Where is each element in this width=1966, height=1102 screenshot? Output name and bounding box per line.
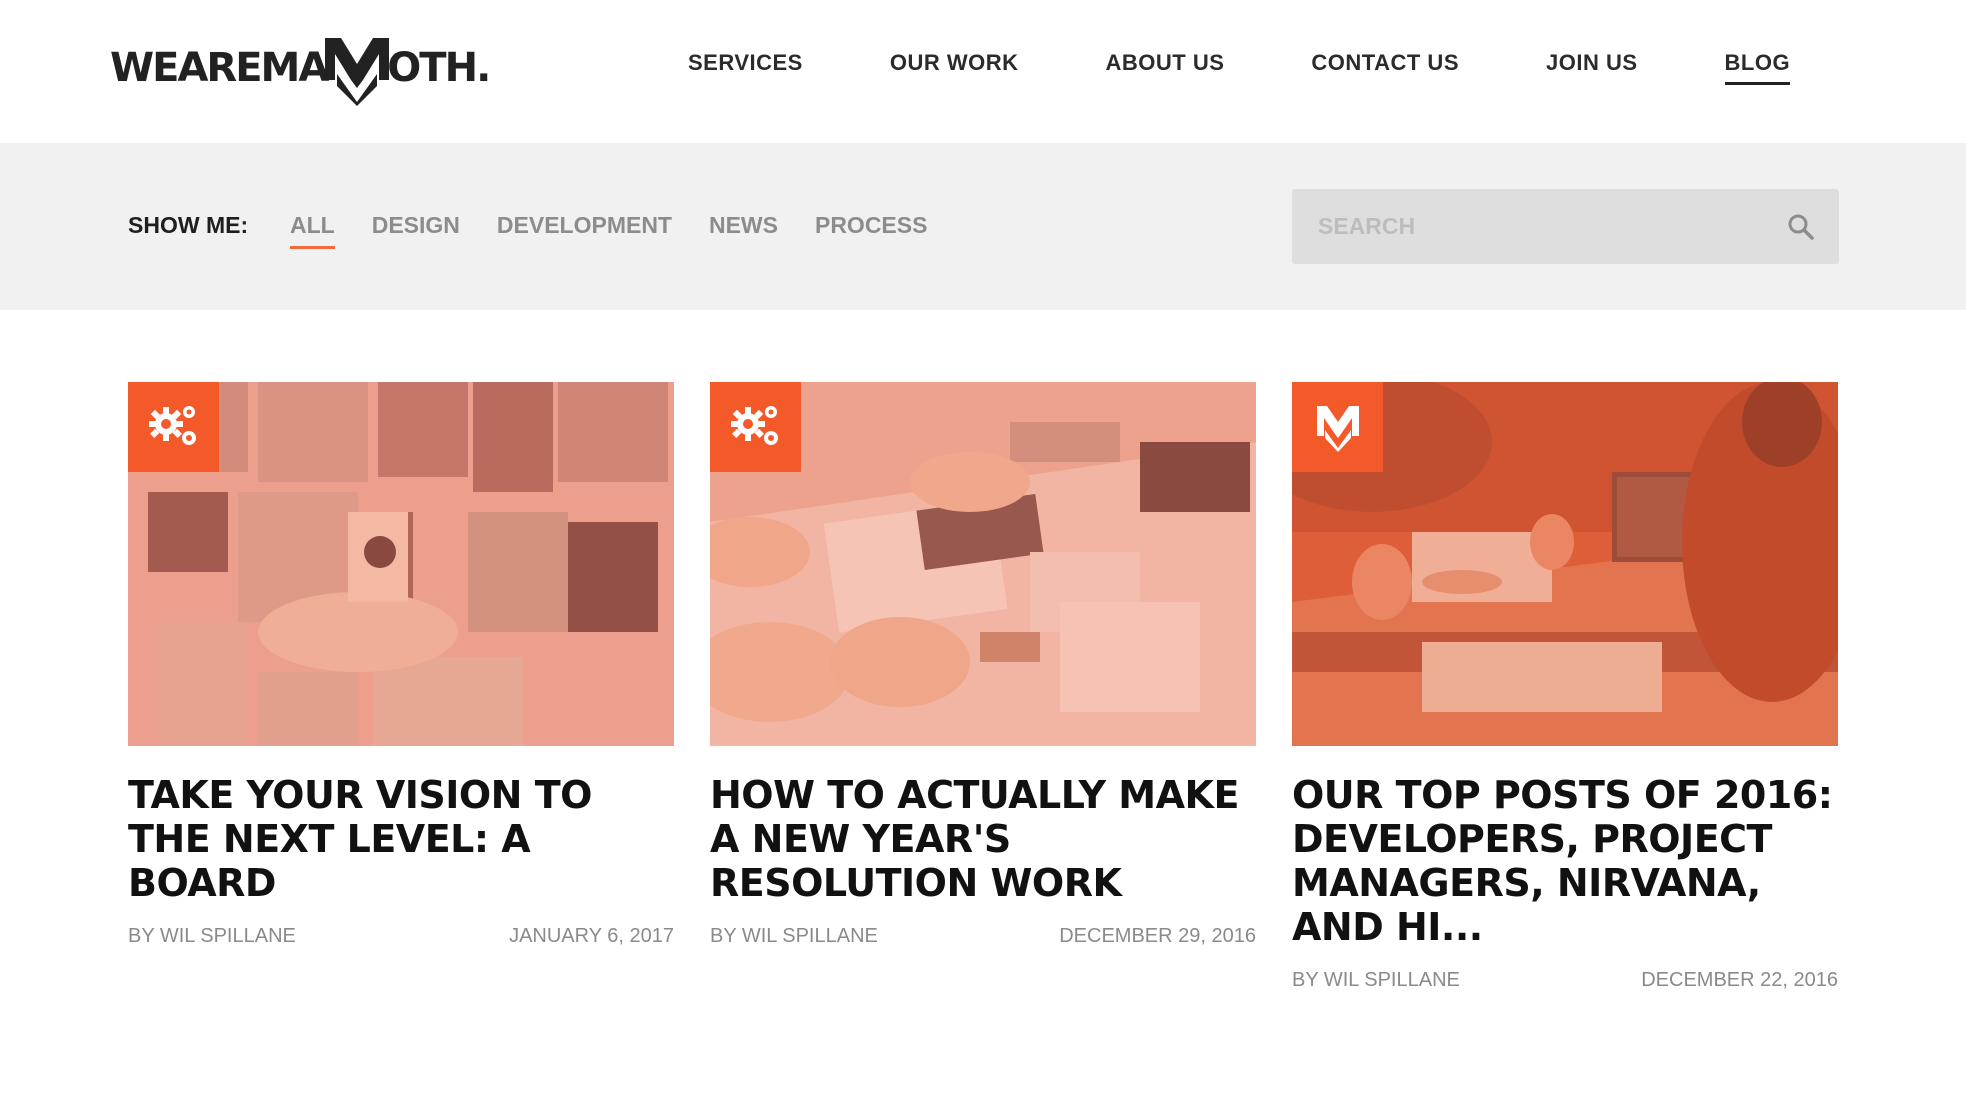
nav-join-us[interactable]: JOIN US xyxy=(1546,50,1638,84)
nav-our-work[interactable]: OUR WORK xyxy=(890,50,1019,84)
post-image[interactable] xyxy=(128,382,674,746)
post-date: DECEMBER 29, 2016 xyxy=(1059,925,1256,947)
post-author: BY WIL SPILLANE xyxy=(710,925,878,947)
search-input[interactable] xyxy=(1292,189,1772,264)
gears-icon xyxy=(148,406,196,445)
filter-design[interactable]: DESIGN xyxy=(372,212,460,239)
post-author: BY WIL SPILLANE xyxy=(128,925,296,947)
search-box xyxy=(1292,189,1839,264)
post-title[interactable]: TAKE YOUR VISION TO THE NEXT LEVEL: A BO… xyxy=(128,773,674,905)
nav-services[interactable]: SERVICES xyxy=(688,50,803,84)
post-meta: BY WIL SPILLANE DECEMBER 22, 2016 xyxy=(1292,969,1838,992)
mammoth-m-icon xyxy=(1316,406,1359,452)
filter-all[interactable]: ALL xyxy=(290,212,335,249)
post-title[interactable]: HOW TO ACTUALLY MAKE A NEW YEAR'S RESOLU… xyxy=(710,773,1256,905)
post-image[interactable] xyxy=(1292,382,1838,746)
site-logo[interactable]: WEAREMA OTH. xyxy=(110,30,491,106)
gears-icon xyxy=(730,406,778,445)
show-me-label: SHOW ME: xyxy=(128,212,249,238)
filter-development[interactable]: DEVELOPMENT xyxy=(497,212,672,239)
nav-contact-us[interactable]: CONTACT US xyxy=(1311,50,1459,84)
post-author: BY WIL SPILLANE xyxy=(1292,969,1460,991)
post-card: OUR TOP POSTS OF 2016: DEVELOPERS, PROJE… xyxy=(1292,382,1838,992)
category-badge xyxy=(710,382,801,472)
post-date: JANUARY 6, 2017 xyxy=(509,925,674,947)
site-header: WEAREMA OTH. SERVICES OUR WORK ABOUT US … xyxy=(0,0,1966,143)
post-meta: BY WIL SPILLANE JANUARY 6, 2017 xyxy=(128,925,674,948)
logo-text-end: OTH. xyxy=(387,45,491,91)
filter-process[interactable]: PROCESS xyxy=(815,212,927,239)
post-date: DECEMBER 22, 2016 xyxy=(1641,969,1838,991)
post-title[interactable]: OUR TOP POSTS OF 2016: DEVELOPERS, PROJE… xyxy=(1292,773,1838,949)
post-image[interactable] xyxy=(710,382,1256,746)
logo-text-start: WEAREMA xyxy=(110,45,329,91)
post-meta: BY WIL SPILLANE DECEMBER 29, 2016 xyxy=(710,925,1256,948)
post-card: TAKE YOUR VISION TO THE NEXT LEVEL: A BO… xyxy=(128,382,674,948)
nav-blog[interactable]: BLOG xyxy=(1724,50,1791,85)
post-card: HOW TO ACTUALLY MAKE A NEW YEAR'S RESOLU… xyxy=(710,382,1256,948)
filter-bar: SHOW ME: ALL DESIGN DEVELOPMENT NEWS PRO… xyxy=(0,143,1966,310)
search-icon[interactable] xyxy=(1787,213,1815,241)
category-filters: ALL DESIGN DEVELOPMENT NEWS PROCESS xyxy=(290,212,964,249)
filter-news[interactable]: NEWS xyxy=(709,212,778,239)
nav-about-us[interactable]: ABOUT US xyxy=(1106,50,1225,84)
category-badge xyxy=(128,382,219,472)
logo-m-icon xyxy=(325,38,390,106)
category-badge xyxy=(1292,382,1383,472)
main-nav: SERVICES OUR WORK ABOUT US CONTACT US JO… xyxy=(688,50,1791,85)
